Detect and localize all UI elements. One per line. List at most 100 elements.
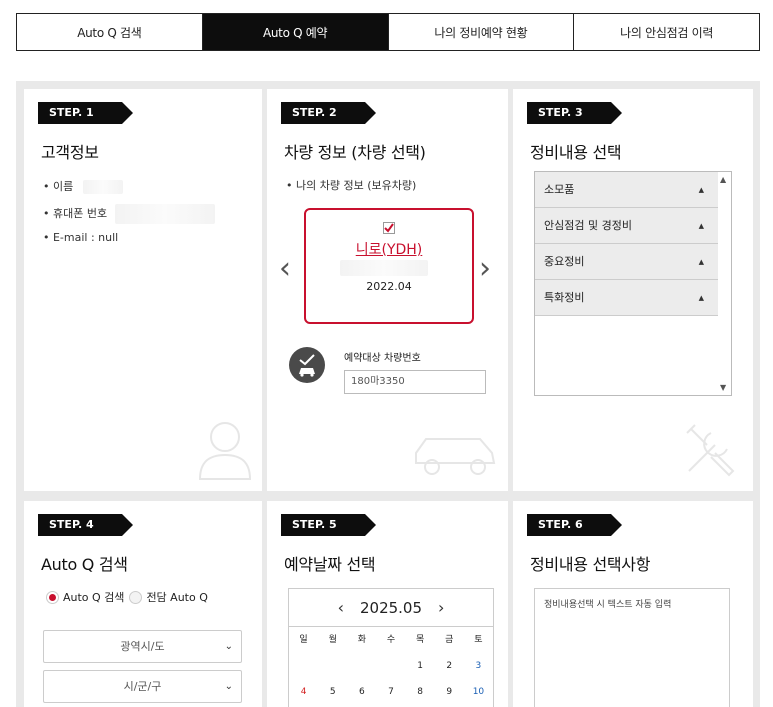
- service-item-label: 안심점검 및 경정비: [544, 219, 632, 232]
- email-label: • E-mail : null: [43, 231, 119, 244]
- customer-info-title: 고객정보: [41, 143, 99, 162]
- vehicle-card[interactable]: 니로(YDH) 2022.04: [304, 208, 474, 324]
- step3-panel: STEP. 3 정비내용 선택 소모품 ▲ 안심점검 및 경정비 ▲ 중요정비 …: [513, 89, 753, 491]
- province-select[interactable]: 광역시/도 ⌄: [43, 630, 242, 663]
- calendar-day[interactable]: 9: [435, 679, 464, 705]
- step4-panel: STEP. 4 Auto Q 검색 Auto Q 검색 전담 Auto Q 광역…: [24, 501, 262, 707]
- weekday-thu: 목: [415, 635, 425, 645]
- weekday-mon: 월: [328, 635, 337, 645]
- weekday-fri: 금: [445, 635, 454, 645]
- service-list-scrollbar[interactable]: ▲ ▼: [717, 172, 731, 395]
- autoq-search-title: Auto Q 검색: [41, 555, 128, 574]
- reservation-steps-area: STEP. 1 고객정보 • 이름 • 휴대폰 번호 • E-mail : nu…: [16, 81, 760, 707]
- calendar-day[interactable]: 3: [464, 653, 493, 679]
- tab-my-reservations[interactable]: 나의 정비예약 현황: [389, 14, 575, 50]
- radio-dedicated-autoq[interactable]: [129, 590, 143, 604]
- step4-badge: STEP. 4: [38, 514, 133, 536]
- calendar-day[interactable]: 10: [464, 679, 493, 705]
- calendar-day: [376, 653, 405, 679]
- calendar-day: [347, 653, 376, 679]
- caret-up-icon: ▲: [698, 258, 704, 266]
- vehicle-detail-masked: [340, 260, 428, 276]
- step5-panel: STEP. 5 예약날짜 선택 ‹ 2025.05 › 일 월 화 수 목 금 …: [267, 501, 508, 707]
- vehicle-year: 2022.04: [366, 280, 412, 293]
- reservation-tabs: Auto Q 검색 Auto Q 예약 나의 정비예약 현황 나의 안심점검 이…: [16, 13, 760, 51]
- chevron-down-icon: ⌄: [224, 641, 233, 652]
- step5-badge: STEP. 5: [281, 514, 376, 536]
- prev-month-icon[interactable]: ‹: [338, 598, 344, 617]
- next-month-icon[interactable]: ›: [438, 598, 444, 617]
- vehicle-owned-subtitle: • 나의 차량 정보 (보유차량): [286, 179, 417, 192]
- caret-up-icon: ▲: [698, 186, 704, 194]
- calendar-day[interactable]: 4: [289, 679, 318, 705]
- radio-autoq-search-label: Auto Q 검색: [63, 591, 125, 604]
- step6-panel: STEP. 6 정비내용 선택사항 정비내용선택 시 텍스트 자동 입력: [513, 501, 753, 707]
- vehicle-model-link[interactable]: 니로(YDH): [306, 239, 472, 259]
- service-item-consumables[interactable]: 소모품 ▲: [535, 172, 718, 208]
- step1-badge: STEP. 1: [38, 102, 133, 124]
- customer-phone-row: • 휴대폰 번호: [43, 204, 215, 224]
- plate-number-field[interactable]: 180마3350: [344, 370, 486, 394]
- calendar-month: 2025.05: [359, 598, 423, 617]
- calendar-day: [289, 653, 318, 679]
- selected-services-textarea[interactable]: 정비내용선택 시 텍스트 자동 입력: [534, 588, 730, 707]
- service-item-label: 중요정비: [544, 255, 585, 268]
- date-select-title: 예약날짜 선택: [284, 555, 376, 574]
- search-type-radios: Auto Q 검색 전담 Auto Q: [46, 589, 208, 605]
- plate-label: 예약대상 차량번호: [344, 353, 421, 364]
- radio-dedicated-autoq-label: 전담 Auto Q: [146, 591, 208, 604]
- tab-inspection-history[interactable]: 나의 안심점검 이력: [574, 14, 759, 50]
- step2-badge: STEP. 2: [281, 102, 376, 124]
- tab-autoq-search[interactable]: Auto Q 검색: [17, 14, 203, 50]
- vehicle-info-title: 차량 정보 (차량 선택): [284, 143, 426, 162]
- name-label: • 이름: [43, 180, 74, 193]
- weekday-tue: 화: [357, 635, 366, 645]
- step1-panel: STEP. 1 고객정보 • 이름 • 휴대폰 번호 • E-mail : nu…: [24, 89, 262, 491]
- calendar-day[interactable]: 1: [406, 653, 435, 679]
- caret-up-icon: ▲: [698, 222, 704, 230]
- next-vehicle-arrow-icon[interactable]: ›: [479, 251, 491, 286]
- scroll-up-icon[interactable]: ▲: [720, 175, 726, 184]
- chevron-down-icon: ⌄: [224, 681, 233, 692]
- calendar-day[interactable]: 7: [376, 679, 405, 705]
- customer-name-row: • 이름: [43, 178, 123, 194]
- calendar-day: [318, 653, 347, 679]
- step2-panel: STEP. 2 차량 정보 (차량 선택) • 나의 차량 정보 (보유차량) …: [267, 89, 508, 491]
- caret-up-icon: ▲: [698, 294, 704, 302]
- calendar-day[interactable]: 8: [406, 679, 435, 705]
- phone-label: • 휴대폰 번호: [43, 207, 108, 220]
- scroll-down-icon[interactable]: ▼: [720, 383, 726, 392]
- tab-autoq-reservation[interactable]: Auto Q 예약: [202, 14, 389, 50]
- calendar-grid: 일 월 화 수 목 금 토 1 2 3 4 5 6 7 8 9 10: [289, 627, 493, 705]
- weekday-sun: 일: [299, 635, 308, 645]
- service-item-inspection[interactable]: 안심점검 및 경정비 ▲: [535, 208, 718, 244]
- weekday-wed: 수: [386, 635, 396, 645]
- phone-value-masked: [114, 204, 215, 224]
- service-item-special[interactable]: 특화정비 ▲: [535, 280, 718, 316]
- checkbox-checked-icon[interactable]: [383, 222, 395, 234]
- service-select-title: 정비내용 선택: [530, 143, 622, 162]
- selected-services-title: 정비내용 선택사항: [530, 555, 651, 574]
- person-watermark-icon: [198, 422, 252, 480]
- name-value-masked: [82, 180, 123, 194]
- weekday-sat: 토: [474, 635, 483, 645]
- step6-badge: STEP. 6: [527, 514, 622, 536]
- radio-autoq-search[interactable]: [46, 590, 59, 604]
- province-select-value: 광역시/도: [120, 640, 165, 653]
- service-item-major-repair[interactable]: 중요정비 ▲: [535, 244, 718, 280]
- prev-vehicle-arrow-icon[interactable]: ‹: [279, 251, 291, 286]
- calendar-day[interactable]: 5: [318, 679, 347, 705]
- district-select-value: 시/군/구: [123, 680, 162, 693]
- calendar: ‹ 2025.05 › 일 월 화 수 목 금 토 1 2 3 4 5 6 7 …: [288, 588, 494, 707]
- service-category-list[interactable]: 소모품 ▲ 안심점검 및 경정비 ▲ 중요정비 ▲ 특화정비 ▲ ▲ ▼: [534, 171, 732, 396]
- district-select[interactable]: 시/군/구 ⌄: [43, 670, 242, 703]
- service-item-label: 소모품: [544, 183, 575, 196]
- calendar-day[interactable]: 2: [435, 653, 464, 679]
- car-watermark-icon: [415, 438, 496, 475]
- calendar-day[interactable]: 6: [347, 679, 376, 705]
- calendar-header: ‹ 2025.05 ›: [289, 589, 493, 627]
- car-check-icon: [289, 347, 325, 383]
- step3-badge: STEP. 3: [527, 102, 622, 124]
- service-item-label: 특화정비: [544, 291, 585, 304]
- customer-email-row: • E-mail : null: [43, 231, 118, 244]
